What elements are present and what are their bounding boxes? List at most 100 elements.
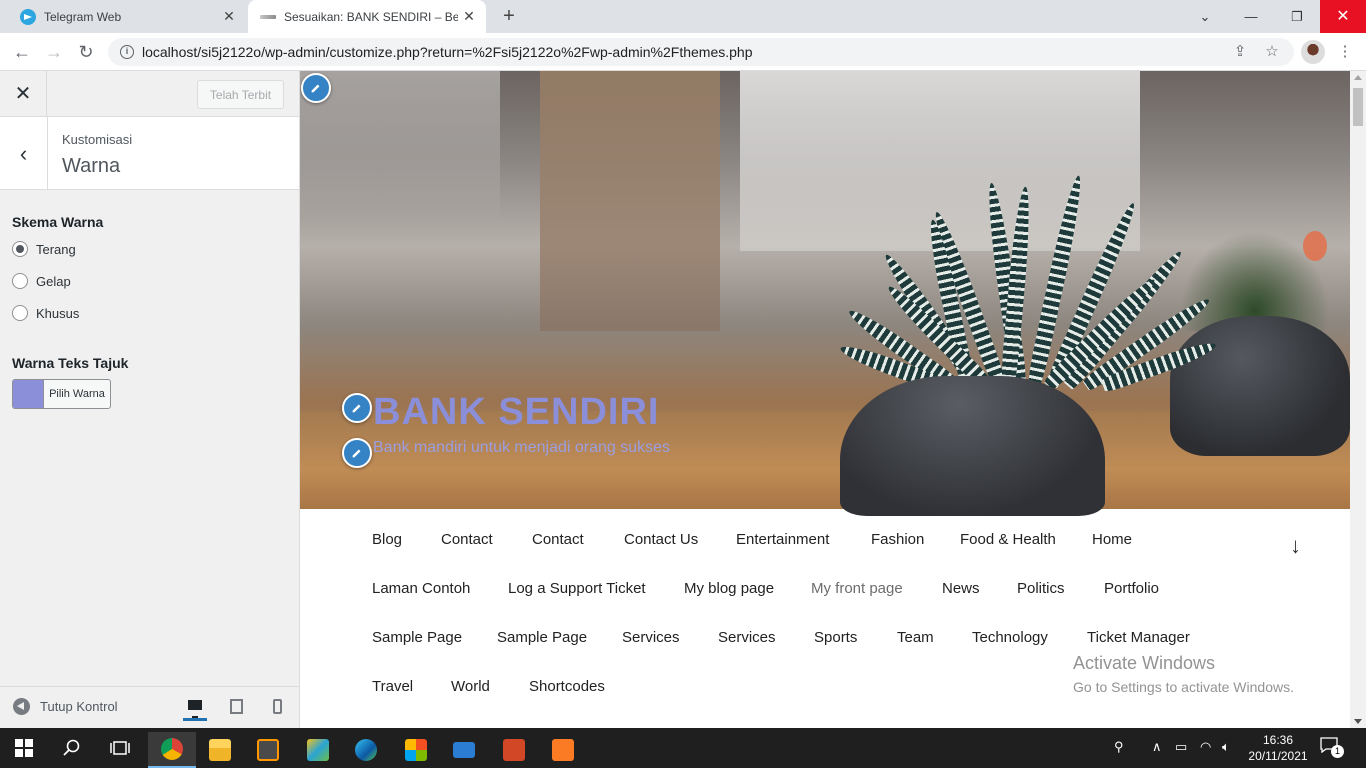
task-view-icon[interactable]: [96, 728, 144, 768]
file-explorer-icon[interactable]: [196, 732, 244, 768]
menu-item[interactable]: Services: [718, 629, 776, 646]
browser-tab-strip: Telegram Web ✕ Sesuaikan: BANK SENDIRI –…: [0, 0, 1366, 33]
menu-item[interactable]: World: [451, 678, 490, 695]
menu-item[interactable]: Team: [897, 629, 934, 646]
tab-title: Telegram Web: [44, 9, 122, 24]
menu-item[interactable]: Blog: [372, 531, 402, 548]
close-window-button[interactable]: ✕: [1320, 0, 1366, 33]
menu-item[interactable]: Log a Support Ticket: [508, 580, 646, 597]
clock-time: 16:36: [1262, 733, 1294, 747]
scroll-up-icon[interactable]: [1354, 75, 1362, 80]
color-swatch: [13, 380, 44, 408]
menu-item[interactable]: Contact: [441, 531, 493, 548]
new-tab-button[interactable]: +: [498, 5, 520, 27]
menu-item[interactable]: Contact: [532, 531, 584, 548]
reload-icon[interactable]: ↻: [75, 41, 97, 63]
menu-item[interactable]: Politics: [1017, 580, 1065, 597]
edit-site-title-icon[interactable]: [342, 393, 372, 423]
menu-item[interactable]: Services: [622, 629, 680, 646]
volume-icon[interactable]: 🔈︎: [1222, 739, 1230, 755]
menu-item[interactable]: My front page: [811, 580, 903, 597]
radio-option-gelap[interactable]: Gelap: [12, 273, 71, 289]
breadcrumb: Kustomisasi: [62, 132, 133, 147]
menu-item[interactable]: News: [942, 580, 980, 597]
menu-item[interactable]: Shortcodes: [529, 678, 605, 695]
radio-button[interactable]: [12, 241, 28, 257]
back-icon[interactable]: ←: [11, 41, 33, 63]
menu-item[interactable]: Food & Health: [960, 531, 1056, 548]
preview-scrollbar[interactable]: [1350, 71, 1366, 728]
collapse-arrow-icon: [13, 698, 30, 715]
radio-label: Khusus: [36, 305, 80, 321]
scroll-down-icon[interactable]: [1354, 719, 1362, 724]
tab-customizer[interactable]: Sesuaikan: BANK SENDIRI – Belaj ✕: [248, 0, 486, 33]
bookmark-star-icon[interactable]: ☆: [1261, 41, 1283, 63]
tab-search-icon[interactable]: ⌄: [1182, 0, 1228, 33]
profile-avatar[interactable]: [1301, 40, 1325, 64]
watermark-line1: Activate Windows: [1073, 653, 1216, 673]
site-title[interactable]: BANK SENDIRI: [373, 391, 659, 434]
menu-item[interactable]: Portfolio: [1104, 580, 1159, 597]
close-tab-icon[interactable]: ✕: [218, 8, 240, 25]
scroll-down-arrow-icon[interactable]: ↓: [1290, 533, 1301, 559]
close-customizer-icon[interactable]: ✕: [0, 71, 47, 117]
collapse-controls-button[interactable]: Tutup Kontrol: [13, 698, 118, 715]
chrome-taskbar-icon[interactable]: [148, 732, 196, 768]
desktop-preview-button[interactable]: [183, 695, 207, 721]
edit-site-description-icon[interactable]: [342, 438, 372, 468]
restore-button[interactable]: ❐: [1274, 0, 1320, 33]
scroll-thumb[interactable]: [1353, 88, 1363, 126]
menu-item[interactable]: Sample Page: [372, 629, 462, 646]
tray-chevron-icon[interactable]: ∧: [1152, 739, 1162, 755]
sublime-text-icon[interactable]: [244, 732, 292, 768]
menu-item[interactable]: Contact Us: [624, 531, 698, 548]
radio-option-terang[interactable]: Terang: [12, 241, 76, 257]
start-windows-icon[interactable]: [0, 728, 48, 768]
site-description[interactable]: Bank mandiri untuk menjadi orang sukses: [373, 439, 670, 457]
menu-item[interactable]: Home: [1092, 531, 1132, 548]
store-icon[interactable]: [392, 732, 440, 768]
radio-button[interactable]: [12, 305, 28, 321]
search-icon[interactable]: [48, 728, 96, 768]
menu-item[interactable]: Ticket Manager: [1087, 629, 1190, 646]
tab-telegram[interactable]: Telegram Web ✕: [0, 0, 246, 33]
menu-item[interactable]: Sports: [814, 629, 857, 646]
people-icon[interactable]: ⚲: [1114, 739, 1124, 755]
menu-item[interactable]: Technology: [972, 629, 1048, 646]
edge-icon[interactable]: [342, 732, 390, 768]
menu-item[interactable]: Entertainment: [736, 531, 829, 548]
publish-button[interactable]: Telah Terbit: [197, 80, 284, 109]
color-picker-button[interactable]: Pilih Warna: [12, 379, 111, 409]
close-tab-icon[interactable]: ✕: [458, 8, 480, 25]
notification-count: 1: [1331, 745, 1344, 758]
menu-item[interactable]: Travel: [372, 678, 413, 695]
notification-center-icon[interactable]: 1: [1320, 737, 1346, 759]
system-clock[interactable]: 16:36 20/11/2021: [1248, 732, 1308, 764]
xampp-icon[interactable]: [539, 732, 587, 768]
color-scheme-label: Skema Warna: [12, 214, 104, 230]
section-title: Warna: [62, 155, 121, 177]
forward-icon[interactable]: →: [43, 41, 65, 63]
tablet-preview-button[interactable]: [224, 695, 248, 721]
menu-item[interactable]: Laman Contoh: [372, 580, 470, 597]
back-chevron-icon[interactable]: ‹: [0, 117, 48, 190]
share-icon[interactable]: ⇪: [1229, 41, 1251, 63]
pencil-icon: [311, 84, 320, 93]
menu-item[interactable]: My blog page: [684, 580, 774, 597]
edit-header-image-icon[interactable]: [301, 73, 331, 103]
address-bar[interactable]: i localhost/si5j2122o/wp-admin/customize…: [108, 38, 1294, 66]
menu-kebab-icon[interactable]: ⋮: [1334, 41, 1356, 63]
app-icon[interactable]: [294, 732, 342, 768]
radio-option-khusus[interactable]: Khusus: [12, 305, 79, 321]
menu-item[interactable]: Fashion: [871, 531, 924, 548]
minimize-button[interactable]: —: [1228, 0, 1274, 33]
mobile-preview-button[interactable]: [265, 695, 289, 721]
site-info-icon[interactable]: i: [120, 45, 134, 59]
pencil-icon: [352, 404, 361, 413]
wifi-icon[interactable]: ◠: [1200, 739, 1211, 755]
mail-icon[interactable]: [440, 732, 488, 768]
radio-button[interactable]: [12, 273, 28, 289]
powerpoint-icon[interactable]: [490, 732, 538, 768]
menu-item[interactable]: Sample Page: [497, 629, 587, 646]
battery-icon[interactable]: ▭: [1175, 739, 1187, 755]
